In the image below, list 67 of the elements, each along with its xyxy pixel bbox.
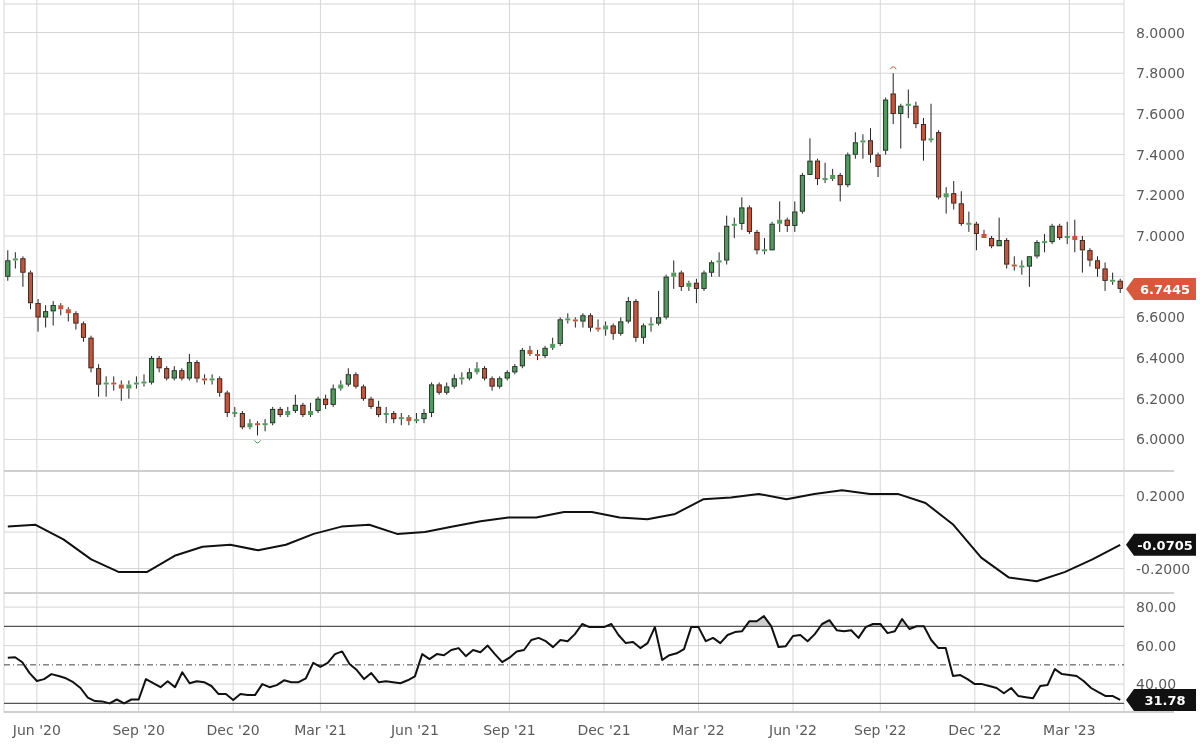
- candlestick: [807, 137, 813, 176]
- axis-label: -0.2000: [1136, 560, 1191, 577]
- candlestick: [368, 396, 374, 410]
- axis-label: 8.0000: [1136, 24, 1185, 41]
- candlestick: [255, 420, 260, 436]
- peak-marker-icon: [889, 66, 897, 70]
- candlestick: [1034, 239, 1040, 259]
- axis-label: Jun '20: [12, 722, 61, 738]
- candlestick: [421, 408, 427, 424]
- candlestick: [815, 158, 820, 186]
- axis-label: 80.00: [1136, 599, 1177, 616]
- candlestick: [535, 349, 540, 361]
- candlestick: [875, 152, 881, 178]
- axis-label: Mar '23: [1043, 722, 1096, 738]
- candlestick: [860, 133, 866, 160]
- candlestick: [981, 229, 987, 239]
- candlestick: [20, 255, 26, 288]
- axis-label: Mar '21: [294, 722, 347, 738]
- axis-label: 6.0000: [1136, 431, 1185, 448]
- candlestick: [595, 318, 601, 333]
- candlestick: [300, 402, 306, 418]
- candlestick: [88, 335, 94, 373]
- candlestick: [754, 229, 760, 255]
- candlestick: [648, 316, 654, 333]
- price-tag: 6.7445: [1126, 277, 1196, 300]
- axis-label: Sep '20: [112, 722, 165, 738]
- axis-label: 60.00: [1136, 637, 1177, 654]
- axis-label: 7.4000: [1136, 146, 1185, 163]
- axis-label: 7.6000: [1136, 105, 1185, 122]
- candlestick: [315, 396, 321, 414]
- axis-label: 7.8000: [1136, 65, 1185, 82]
- axis-label: Dec '22: [948, 722, 1002, 738]
- candlestick: [247, 418, 253, 430]
- candlestick: [542, 345, 548, 359]
- candlestick: [141, 373, 147, 388]
- value-tag: 31.78: [1126, 688, 1196, 711]
- candlestick: [588, 312, 593, 333]
- axis-label: Jun '21: [390, 722, 439, 738]
- candlestick: [1095, 255, 1100, 278]
- candlestick: [194, 359, 200, 383]
- value-tag: -0.0705: [1126, 533, 1196, 556]
- axis-label: 6.4000: [1136, 350, 1185, 367]
- candlestick: [28, 270, 33, 310]
- axis-label: 0.2000: [1136, 487, 1185, 504]
- candlestick: [1087, 247, 1093, 267]
- candlestick: [928, 103, 934, 143]
- candlestick: [474, 361, 480, 375]
- candlestick: [262, 418, 268, 432]
- candlestick: [701, 270, 707, 292]
- axis-label: 7.2000: [1136, 187, 1185, 204]
- axis-label: 7.0000: [1136, 228, 1185, 244]
- candlestick: [822, 162, 828, 184]
- axis-label: Dec '20: [206, 722, 260, 738]
- axis-label: Mar '22: [672, 722, 725, 738]
- axis-label: Dec '21: [577, 722, 631, 738]
- candlestick: [527, 345, 533, 357]
- trough-marker-icon: [254, 439, 261, 444]
- candlestick: [580, 312, 586, 329]
- axis-label: Sep '21: [483, 722, 536, 738]
- axis-label: Jun '22: [769, 722, 818, 738]
- axis-label: 6.2000: [1136, 390, 1185, 407]
- candlestick: [1102, 261, 1108, 292]
- candlestick: [868, 127, 873, 164]
- candlestick: [308, 402, 313, 418]
- axis-label: Sep '22: [854, 722, 907, 738]
- axis-label: 6.6000: [1136, 309, 1185, 326]
- candlestick: [35, 298, 41, 333]
